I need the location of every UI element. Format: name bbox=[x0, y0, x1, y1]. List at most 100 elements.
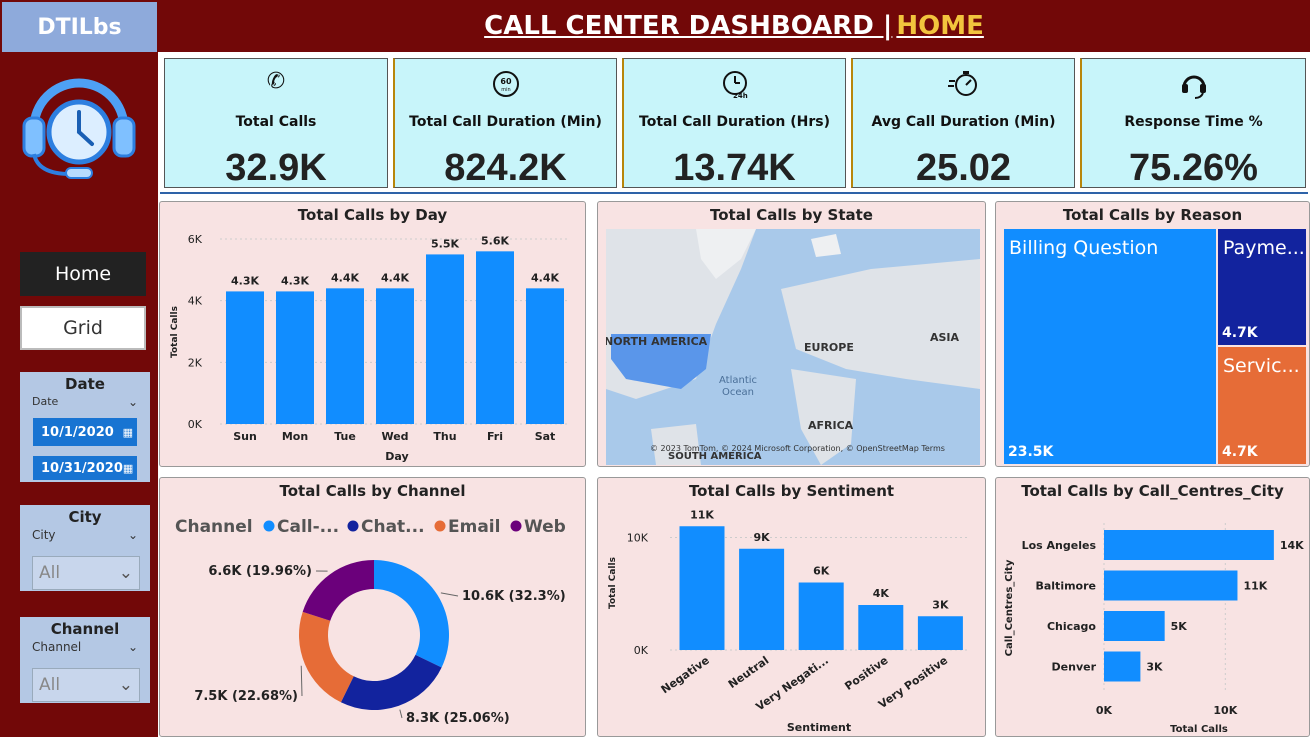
calls-by-sentiment-panel: Total Calls by Sentiment 0K10K11KNegativ… bbox=[597, 477, 986, 737]
bar bbox=[1104, 652, 1140, 682]
grid-nav-button[interactable]: Grid bbox=[20, 306, 146, 350]
donut-slice bbox=[374, 560, 449, 667]
calls-by-city-chart: 0K10KLos Angeles14KBaltimore11KChicago5K… bbox=[996, 478, 1310, 738]
data-label: 4.3K bbox=[231, 274, 259, 287]
calendar-icon[interactable]: ▦ bbox=[123, 462, 133, 475]
x-tick-label: Fri bbox=[487, 430, 503, 443]
map-credit: © 2023 TomTom, © 2024 Microsoft Corporat… bbox=[650, 444, 945, 453]
chevron-down-icon[interactable]: ⌄ bbox=[128, 395, 138, 409]
bar bbox=[376, 288, 414, 424]
data-label: 5.5K bbox=[431, 237, 459, 250]
data-label: 7.5K (22.68%) bbox=[194, 689, 298, 704]
city-slicer: City City⌄ All⌄ bbox=[20, 505, 150, 591]
treemap-tile[interactable]: Payme... 4.7K bbox=[1218, 229, 1306, 345]
data-label: 11K bbox=[1243, 580, 1267, 593]
y-tick-label: 6K bbox=[188, 233, 203, 246]
legend-marker bbox=[264, 521, 275, 532]
divider bbox=[160, 192, 1308, 194]
y-tick-label: 0K bbox=[634, 644, 649, 657]
date-slicer: Date Date ⌄ 10/1/2020▦ 10/31/2020▦ bbox=[20, 372, 150, 482]
chevron-down-icon[interactable]: ⌄ bbox=[128, 528, 138, 542]
x-tick-label: Positive bbox=[842, 654, 890, 693]
map-label: AFRICA bbox=[808, 419, 853, 432]
data-label: 4.4K bbox=[381, 271, 409, 284]
page-title: CALL CENTER DASHBOARD | bbox=[484, 11, 892, 41]
data-label: 4.4K bbox=[531, 271, 559, 284]
x-tick-label: Thu bbox=[433, 430, 456, 443]
date-end-input[interactable]: 10/31/2020▦ bbox=[33, 456, 137, 480]
city-dropdown[interactable]: All⌄ bbox=[32, 556, 140, 590]
x-tick-label: Tue bbox=[334, 430, 356, 443]
chart-title: Total Calls by Reason bbox=[996, 206, 1309, 224]
x-tick-label: Sun bbox=[233, 430, 257, 443]
data-label: 5K bbox=[1171, 620, 1188, 633]
calls-by-channel-chart: Channel Call-... Chat... Email Web 10.6K (32.… bbox=[160, 478, 587, 738]
bar bbox=[680, 526, 725, 650]
data-label: 10.6K (32.3%) bbox=[462, 589, 566, 604]
y-tick-label: 10K bbox=[627, 532, 649, 545]
chevron-down-icon[interactable]: ⌄ bbox=[119, 563, 133, 583]
legend-item: Call-... bbox=[277, 517, 339, 537]
bar bbox=[426, 254, 464, 424]
calls-by-sentiment-chart: 0K10K11KNegative9KNeutral6KVery Negati..… bbox=[598, 478, 987, 738]
world-map[interactable]: NORTH AMERICA EUROPE ASIA AFRICA SOUTH A… bbox=[606, 229, 980, 465]
donut-slice bbox=[303, 560, 374, 621]
leader-line bbox=[400, 710, 402, 718]
date-slicer-title: Date bbox=[20, 372, 150, 393]
city-field-label: City bbox=[32, 528, 56, 542]
channel-dropdown[interactable]: All⌄ bbox=[32, 668, 140, 702]
x-tick-label: 0K bbox=[1096, 704, 1113, 717]
current-page-label: HOME bbox=[896, 11, 984, 41]
24h-clock-icon: 24h bbox=[624, 69, 845, 105]
headset-icon bbox=[1082, 69, 1305, 105]
kpi-card-total-calls: ✆ Total Calls 32.9K bbox=[164, 58, 388, 188]
bar bbox=[526, 288, 564, 424]
phone-icon: ✆ bbox=[165, 69, 387, 94]
chevron-down-icon[interactable]: ⌄ bbox=[119, 675, 133, 695]
data-label: 4.3K bbox=[281, 274, 309, 287]
y-axis-title: Total Calls bbox=[608, 557, 618, 609]
date-start-input[interactable]: 10/1/2020▦ bbox=[33, 418, 137, 446]
channel-slicer: Channel Channel⌄ All⌄ bbox=[20, 617, 150, 703]
home-nav-button[interactable]: Home bbox=[20, 252, 146, 296]
treemap-tile[interactable]: Billing Question 23.5K bbox=[1004, 229, 1216, 464]
calls-by-day-chart: 0K2K4K6K4.3KSun4.3KMon4.4KTue4.4KWed5.5K… bbox=[160, 202, 587, 468]
y-tick-label: Los Angeles bbox=[1022, 539, 1097, 552]
map-label: Atlantic Ocean bbox=[708, 375, 768, 399]
calendar-icon[interactable]: ▦ bbox=[123, 426, 133, 439]
data-label: 9K bbox=[754, 531, 771, 544]
bar bbox=[1104, 571, 1237, 601]
chart-title: Total Calls by State bbox=[598, 206, 985, 224]
data-label: 8.3K (25.06%) bbox=[406, 711, 510, 726]
leader-line bbox=[301, 666, 302, 696]
brand-logo: DTILbs bbox=[2, 2, 157, 52]
legend-marker bbox=[348, 521, 359, 532]
y-tick-label: Chicago bbox=[1047, 620, 1096, 633]
data-label: 4K bbox=[873, 587, 890, 600]
y-axis-title: Total Calls bbox=[170, 306, 180, 358]
x-tick-label: Negative bbox=[659, 654, 712, 697]
bar bbox=[918, 616, 963, 650]
data-label: 5.6K bbox=[481, 234, 509, 247]
donut-slice bbox=[341, 655, 442, 710]
channel-slicer-title: Channel bbox=[20, 617, 150, 638]
date-field-label: Date bbox=[32, 395, 58, 409]
bar bbox=[1104, 611, 1165, 641]
svg-text:24h: 24h bbox=[733, 92, 748, 99]
x-tick-label: Sat bbox=[535, 430, 556, 443]
legend-item: Chat... bbox=[361, 517, 425, 537]
x-tick-label: Neutral bbox=[726, 654, 771, 691]
legend-title: Channel bbox=[175, 517, 253, 537]
x-axis-title: Day bbox=[385, 450, 408, 463]
kpi-card-total-duration-hrs: 24h Total Call Duration (Hrs) 13.74K bbox=[622, 58, 846, 188]
legend-item: Web bbox=[524, 517, 566, 537]
legend-item: Email bbox=[448, 517, 500, 537]
kpi-card-avg-duration: Avg Call Duration (Min) 25.02 bbox=[851, 58, 1075, 188]
chevron-down-icon[interactable]: ⌄ bbox=[128, 640, 138, 654]
map-label: EUROPE bbox=[804, 341, 854, 354]
bar bbox=[739, 549, 784, 650]
map-label: ASIA bbox=[930, 331, 959, 344]
data-label: 3K bbox=[1146, 661, 1163, 674]
y-tick-label: Denver bbox=[1052, 661, 1097, 674]
treemap-tile[interactable]: Servic... 4.7K bbox=[1218, 347, 1306, 464]
